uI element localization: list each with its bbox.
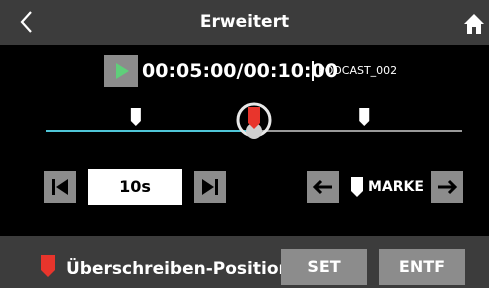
play-icon [116, 63, 129, 79]
playhead-handle[interactable] [236, 102, 272, 139]
overwrite-position-label: Überschreiben-Position [66, 259, 291, 279]
recorder-screen: Erweitert 00:05:00/00:10:00 PODCAST_002 [0, 0, 489, 288]
skip-back-button[interactable] [44, 171, 76, 203]
delete-button[interactable]: ENTF [379, 249, 465, 285]
skip-to-end-icon [202, 179, 218, 195]
header-bar: Erweitert [0, 0, 489, 45]
next-marker-button[interactable] [431, 171, 463, 203]
arrow-left-icon [312, 179, 332, 195]
skip-forward-button[interactable] [194, 171, 226, 203]
arrow-right-icon [438, 179, 458, 195]
timeline-marker [359, 108, 370, 126]
marker-label: MARKE [368, 179, 424, 195]
time-display: 00:05:00/00:10:00 [142, 60, 338, 82]
timeline-marker [130, 108, 141, 126]
set-button[interactable]: SET [281, 249, 367, 285]
overwrite-marker-icon [41, 255, 55, 277]
page-title: Erweitert [199, 12, 290, 32]
previous-marker-button[interactable] [307, 171, 339, 203]
play-button[interactable] [104, 55, 138, 87]
home-button[interactable] [463, 13, 485, 35]
skip-interval-field[interactable]: 10s [88, 169, 182, 205]
marker-icon [351, 177, 363, 197]
divider [312, 61, 314, 81]
home-icon [464, 14, 484, 34]
skip-to-start-icon [52, 179, 68, 195]
project-name: PODCAST_002 [318, 64, 398, 77]
timeline-slider[interactable] [0, 100, 489, 150]
